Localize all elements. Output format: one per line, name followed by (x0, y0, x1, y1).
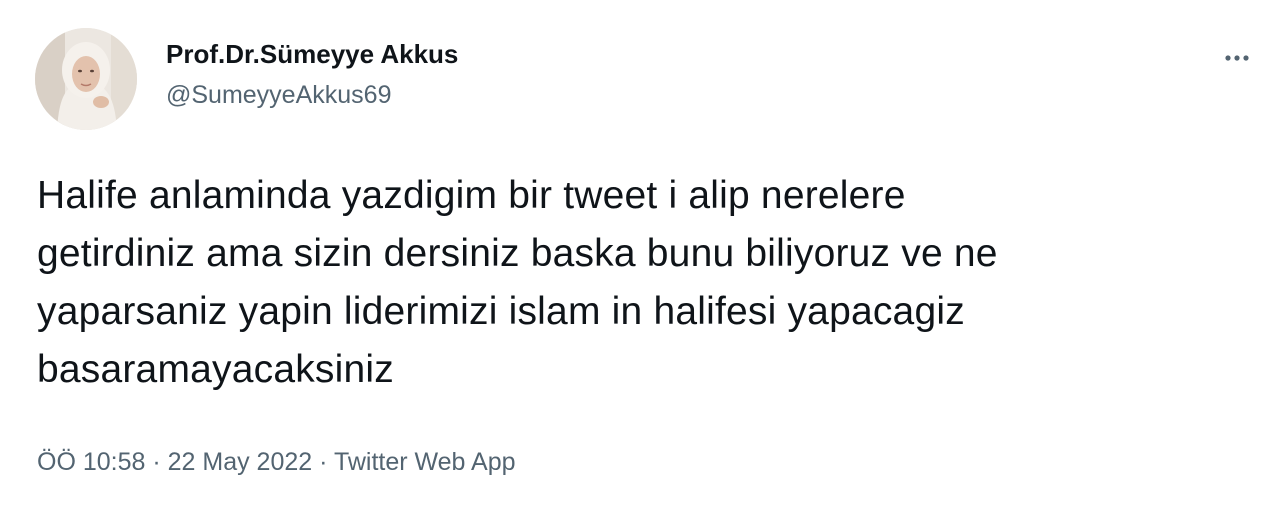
tweet-source[interactable]: Twitter Web App (334, 448, 516, 476)
meta-separator-2: · (312, 448, 334, 476)
more-options-button[interactable] (1215, 36, 1259, 80)
meta-separator: · (145, 448, 168, 476)
more-horizontal-icon (1225, 55, 1249, 61)
tweet-card: Prof.Dr.Sümeyye Akkus @SumeyyeAkkus69 Ha… (0, 0, 1280, 521)
tweet-time[interactable]: ÖÖ 10:58 (37, 448, 145, 476)
display-name[interactable]: Prof.Dr.Sümeyye Akkus (166, 38, 458, 70)
tweet-date[interactable]: 22 May 2022 (168, 448, 313, 476)
author-info: Prof.Dr.Sümeyye Akkus @SumeyyeAkkus69 (166, 38, 458, 110)
avatar[interactable] (35, 28, 137, 130)
tweet-text: Halife anlaminda yazdigim bir tweet i al… (37, 174, 998, 391)
tweet-metadata: ÖÖ 10:58 · 22 May 2022 · Twitter Web App (37, 446, 516, 478)
profile-photo-image (35, 28, 137, 130)
user-handle[interactable]: @SumeyyeAkkus69 (166, 80, 458, 110)
